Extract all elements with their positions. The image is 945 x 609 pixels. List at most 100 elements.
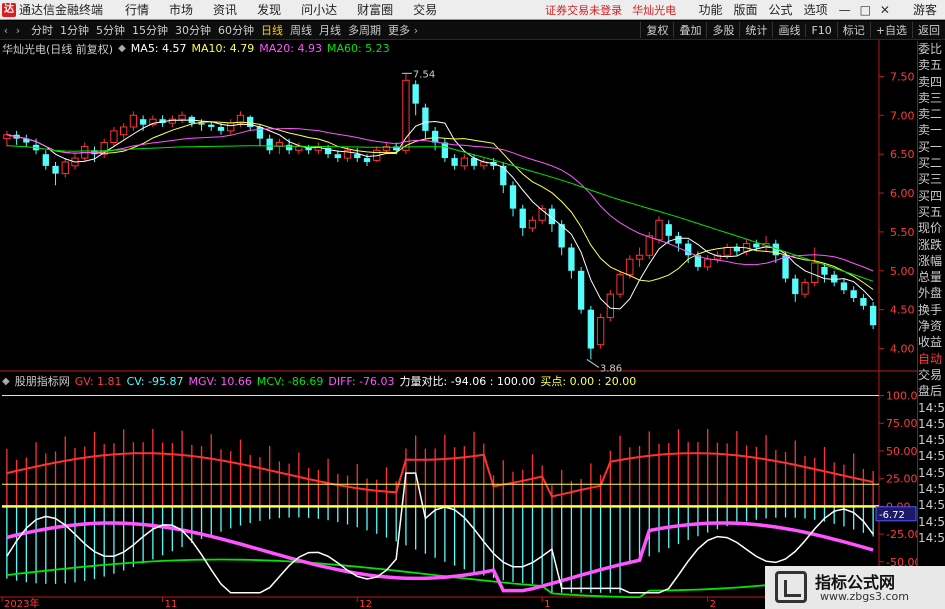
candle-body xyxy=(782,255,789,279)
candle-body xyxy=(412,84,419,104)
candle-body xyxy=(227,122,235,132)
quote-label: 收益 xyxy=(918,335,943,350)
ma60-line xyxy=(6,145,874,282)
candle-body xyxy=(208,124,215,127)
candle-body xyxy=(528,219,537,229)
candle-body xyxy=(568,247,575,271)
tick-time: 14:56 xyxy=(918,449,945,464)
candle-body xyxy=(42,154,49,166)
ind-tick-label: -25.00 xyxy=(886,528,917,541)
gv-label: GV: 1.81 xyxy=(74,374,122,388)
x-tick-label: 11 xyxy=(165,599,178,609)
candle-body xyxy=(792,278,799,295)
auto-trade-label[interactable]: 自动 xyxy=(918,351,945,367)
quote-label: 净资 xyxy=(918,319,943,334)
tick-time: 14:56 xyxy=(918,530,945,545)
ma10-label: MA10: 4.79 xyxy=(191,42,255,55)
price-tick-label: 5.50 xyxy=(890,226,915,239)
candle-body xyxy=(198,123,205,125)
candle-body xyxy=(596,316,605,346)
price-tick-label: 5.00 xyxy=(890,265,915,278)
indicator-header: ◆ 股朋指标网 GV: 1.81 CV: -95.87 MGV: 10.66 M… xyxy=(2,374,641,389)
quote-label: 卖四 xyxy=(918,74,943,89)
candle-body xyxy=(519,208,526,229)
tick-time: 14:56 xyxy=(918,433,945,448)
quote-label: 买二 xyxy=(918,156,943,171)
candle-body xyxy=(704,258,712,268)
candle-body xyxy=(354,154,361,159)
tick-time: 14:56 xyxy=(918,465,945,480)
watermark-icon xyxy=(775,571,807,603)
quote-label: 涨幅 xyxy=(918,253,943,268)
candle-body xyxy=(500,165,507,186)
candle-body xyxy=(577,270,585,310)
quote-label: 总量 xyxy=(918,270,943,285)
quote-label: 涨跌 xyxy=(918,237,943,252)
x-tick-label: 1 xyxy=(544,599,550,609)
candle-body xyxy=(217,126,225,131)
chart-area[interactable]: 7.507.006.506.005.505.004.504.00 7.543.8… xyxy=(0,0,917,609)
candle-body xyxy=(431,130,439,143)
candle-body xyxy=(840,282,848,291)
candle-body xyxy=(139,119,147,125)
candle-body xyxy=(334,154,341,159)
ind-tick-label: 25.00 xyxy=(886,473,917,486)
candle-body xyxy=(509,185,517,209)
candle-body xyxy=(363,158,371,162)
candle-body xyxy=(460,157,468,167)
x-tick-label: 2023年 xyxy=(4,597,39,609)
price-tick-label: 7.50 xyxy=(890,70,915,83)
candle-body xyxy=(665,224,672,236)
high-price-annotation: 7.54 xyxy=(413,69,435,80)
candle-body xyxy=(753,243,760,248)
main-chart-header: 华灿光电(日线 前复权) ◆ MA5: 4.57 MA10: 4.79 MA20… xyxy=(2,41,395,56)
candle-body xyxy=(422,107,429,131)
tick-time: 14:56 xyxy=(918,482,945,497)
price-tick-label: 7.00 xyxy=(890,109,915,122)
candle-body xyxy=(635,254,644,260)
candle-body xyxy=(295,145,303,151)
price-tick-label: 6.00 xyxy=(890,187,915,200)
ind-red-line xyxy=(6,452,874,498)
tick-time: 14:56 xyxy=(918,514,945,529)
candle-body xyxy=(626,258,634,276)
candle-body xyxy=(645,235,653,256)
candle-body xyxy=(178,114,186,120)
ma-settings-icon[interactable]: ◆ xyxy=(118,43,126,54)
candle-body xyxy=(675,235,682,244)
quote-label: 盘后 xyxy=(918,384,943,399)
current-value-label: -6.72 xyxy=(879,510,905,521)
ind-tick-label: 75.00 xyxy=(886,417,917,430)
low-pointer xyxy=(586,359,600,368)
tick-time: 14:56 xyxy=(918,498,945,513)
tick-time: 14:56 xyxy=(918,400,945,415)
candle-body xyxy=(61,161,69,175)
candle-body xyxy=(120,126,128,136)
force-ratio-label: 力量对比: -94.06 : 100.00 xyxy=(399,375,536,388)
candle-body xyxy=(811,262,819,283)
quote-label: 买三 xyxy=(918,172,943,187)
mgv-label: MGV: 10.66 xyxy=(188,374,252,388)
candle-body xyxy=(441,142,449,159)
candle-body xyxy=(168,118,176,124)
quote-label: 委比 xyxy=(918,42,943,56)
candle-body xyxy=(655,219,663,241)
buy-point-label: 买点: 0.00 : 20.00 xyxy=(540,375,637,388)
candle-body xyxy=(733,247,741,252)
ma5-label: MA5: 4.57 xyxy=(130,42,187,55)
quote-label: 买四 xyxy=(918,188,943,203)
candle-body xyxy=(266,138,273,151)
quote-label: 买五 xyxy=(918,204,943,219)
diff-label: DIFF: -76.03 xyxy=(328,374,395,388)
candle-body xyxy=(129,114,138,128)
indicator-name: 股朋指标网 xyxy=(14,375,70,388)
indicator-settings-icon[interactable]: ◆ xyxy=(2,376,10,387)
x-tick-label: 2 xyxy=(710,599,716,609)
chart-title: 华灿光电(日线 前复权) xyxy=(2,42,114,56)
candle-body xyxy=(801,281,809,295)
ind-magenta-line xyxy=(6,521,874,593)
ind-tick-label: 50.00 xyxy=(886,445,917,458)
quote-label: 外盘 xyxy=(918,286,943,301)
candle-body xyxy=(869,305,877,326)
quote-info-column: 委比 卖五 卖四 卖三 卖二 卖一 买一 买二 买三 买四 买五 现价 涨跌 涨… xyxy=(917,41,945,609)
